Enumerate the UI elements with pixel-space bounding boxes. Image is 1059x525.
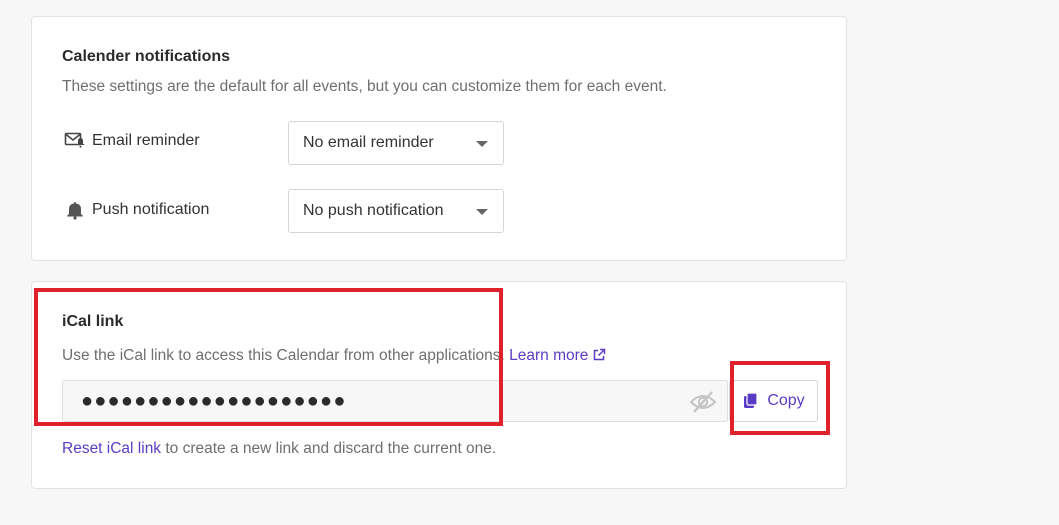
ical-description-row: Use the iCal link to access this Calenda… (62, 347, 606, 365)
chevron-down-icon (476, 209, 488, 215)
eye-off-icon[interactable] (689, 389, 717, 420)
copy-button[interactable]: Copy (729, 380, 818, 422)
push-notification-label-row: Push notification (64, 200, 209, 220)
email-reminder-label-row: Email reminder (64, 131, 200, 151)
email-reminder-select[interactable]: No email reminder (288, 121, 504, 165)
notifications-title: Calender notifications (62, 48, 231, 65)
calendar-notifications-card: Calender notifications These settings ar… (31, 16, 847, 261)
push-notification-label: Push notification (92, 201, 210, 218)
reset-ical-row: Reset iCal link to create a new link and… (62, 440, 496, 458)
push-notification-value: No push notification (303, 202, 444, 219)
copy-icon (744, 392, 758, 408)
ical-link-field[interactable]: ●●●●●●●●●●●●●●●●●●●● (62, 380, 728, 422)
external-link-icon (594, 348, 606, 361)
reset-ical-suffix: to create a new link and discard the cur… (161, 440, 497, 457)
email-reminder-label: Email reminder (92, 132, 200, 149)
copy-label: Copy (767, 392, 805, 409)
reset-ical-link[interactable]: Reset iCal link (62, 440, 161, 457)
mail-bell-icon (64, 132, 85, 148)
learn-more-link[interactable]: Learn more (509, 347, 606, 364)
chevron-down-icon (476, 141, 488, 147)
ical-link-card: iCal link Use the iCal link to access th… (31, 281, 847, 489)
notifications-description: These settings are the default for all e… (62, 78, 667, 95)
email-reminder-value: No email reminder (303, 134, 434, 151)
push-notification-select[interactable]: No push notification (288, 189, 504, 233)
ical-title: iCal link (62, 313, 124, 330)
ical-link-masked-value: ●●●●●●●●●●●●●●●●●●●● (81, 389, 347, 412)
learn-more-label: Learn more (509, 347, 589, 364)
bell-icon (67, 202, 83, 220)
ical-description: Use the iCal link to access this Calenda… (62, 347, 505, 364)
